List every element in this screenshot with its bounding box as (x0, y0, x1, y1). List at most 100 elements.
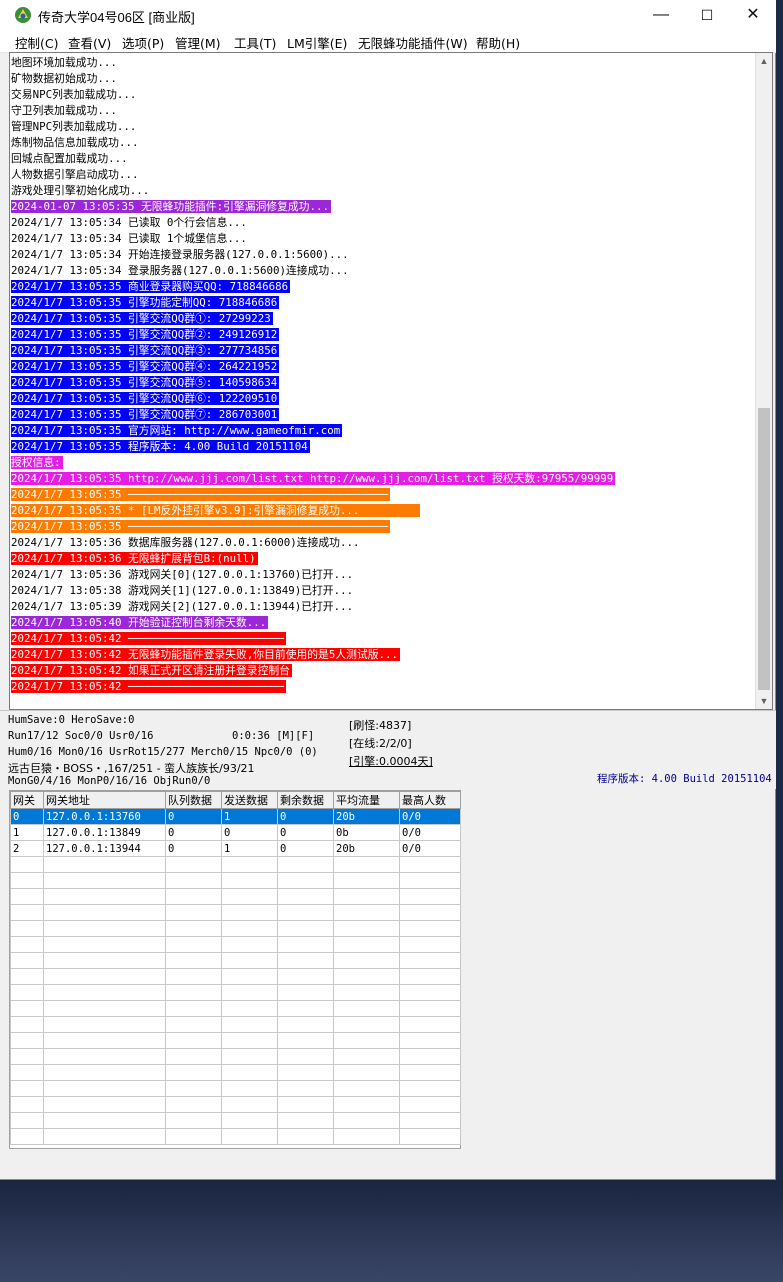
empty-row[interactable] (10, 888, 461, 905)
table-cell (221, 920, 278, 937)
close-button[interactable]: ✕ (730, 0, 776, 30)
menu-tools[interactable]: 工具(T) (234, 33, 276, 52)
menu-lm-engine[interactable]: LM引擎(E) (287, 33, 347, 52)
column-header[interactable]: 发送数据 (221, 791, 278, 809)
log-line: 2024/1/7 13:05:35 引擎交流QQ群⑤: 140598634 (11, 375, 757, 391)
table-cell (10, 888, 44, 905)
table-cell (10, 936, 44, 953)
log-line: 授权信息: (11, 455, 757, 471)
empty-row[interactable] (10, 872, 461, 889)
table-cell (165, 1048, 222, 1065)
empty-row[interactable] (10, 1000, 461, 1017)
table-cell (43, 1016, 166, 1033)
table-row[interactable]: 2 127.0.0.1:13944 0 1 0 20b 0/0 (10, 840, 461, 857)
table-cell (221, 1080, 278, 1097)
table-cell (165, 1016, 222, 1033)
table-row[interactable]: 0 127.0.0.1:13760 0 1 0 20b 0/0 (10, 808, 461, 825)
scroll-up-icon[interactable]: ▲ (756, 53, 772, 69)
empty-row[interactable] (10, 1016, 461, 1033)
log-text: 2024/1/7 13:05:35 引擎交流QQ群③: 277734856 (11, 344, 280, 357)
column-header[interactable]: 网关 (10, 791, 44, 809)
table-cell (10, 1032, 44, 1049)
table-row[interactable]: 1 127.0.0.1:13849 0 0 0 0b 0/0 (10, 824, 461, 841)
menu-control[interactable]: 控制(C) (15, 33, 58, 52)
title-bar[interactable]: 传奇大学04号06区 [商业版] — ☐ ✕ (0, 0, 776, 30)
empty-row[interactable] (10, 904, 461, 921)
log-text: 回城点配置加载成功... (11, 152, 128, 165)
log-text: 游戏处理引擎初始化成功... (11, 184, 150, 197)
empty-row[interactable] (10, 1032, 461, 1049)
table-cell (43, 1000, 166, 1017)
column-header[interactable]: 平均流量 (333, 791, 400, 809)
table-cell (43, 920, 166, 937)
table-cell (277, 1016, 334, 1033)
status-engine[interactable]: [引擎:0.0004天] (349, 753, 433, 769)
empty-row[interactable] (10, 952, 461, 969)
empty-row[interactable] (10, 1128, 461, 1145)
empty-row[interactable] (10, 856, 461, 873)
table-cell (399, 1032, 461, 1049)
column-header[interactable]: 队列数据 (165, 791, 222, 809)
log-text: 交易NPC列表加载成功... (11, 88, 137, 101)
table-cell (43, 1064, 166, 1081)
maximize-button[interactable]: ☐ (684, 0, 730, 30)
menu-help[interactable]: 帮助(H) (476, 33, 520, 52)
table-cell (165, 1112, 222, 1129)
empty-row[interactable] (10, 968, 461, 985)
log-text: 2024/1/7 13:05:40 开始验证控制台剩余天数... (11, 616, 269, 629)
log-text: 人物数据引擎启动成功... (11, 168, 139, 181)
table-cell (43, 968, 166, 985)
log-text: 2024/1/7 13:05:34 已读取 0个行会信息... (11, 216, 247, 229)
table-cell: 1 (221, 840, 278, 857)
empty-row[interactable] (10, 936, 461, 953)
table-cell (221, 872, 278, 889)
table-cell (43, 1032, 166, 1049)
log-text: 2024/1/7 13:05:42 无限蜂功能插件登录失败,你目前使用的是5人测… (11, 648, 401, 661)
empty-row[interactable] (10, 984, 461, 1001)
table-cell: 127.0.0.1:13849 (43, 824, 166, 841)
scroll-thumb[interactable] (758, 408, 770, 690)
log-line: 2024/1/7 13:05:35 官方网站: http://www.gameo… (11, 423, 757, 439)
menu-options[interactable]: 选项(P) (122, 33, 164, 52)
status-counts: Hum0/16 Mon0/16 UsrRot15/277 Merch0/15 N… (8, 746, 318, 758)
column-header[interactable]: 最高人数 (399, 791, 461, 809)
empty-row[interactable] (10, 1112, 461, 1129)
empty-row[interactable] (10, 1048, 461, 1065)
scroll-down-icon[interactable]: ▼ (756, 693, 772, 709)
table-cell (399, 1000, 461, 1017)
table-cell: 1 (10, 824, 44, 841)
log-line: 2024/1/7 13:05:36 无限蜂扩展背包B:(null) (11, 551, 757, 567)
log-line: 2024/1/7 13:05:35 商业登录器购买QQ: 718846686 (11, 279, 757, 295)
minimize-button[interactable]: — (638, 0, 684, 30)
table-cell (399, 984, 461, 1001)
table-cell (277, 952, 334, 969)
empty-row[interactable] (10, 1096, 461, 1113)
column-header[interactable]: 剩余数据 (277, 791, 334, 809)
empty-row[interactable] (10, 1080, 461, 1097)
column-header[interactable]: 网关地址 (43, 791, 166, 809)
menu-view[interactable]: 查看(V) (68, 33, 111, 52)
table-cell (10, 920, 44, 937)
table-cell (399, 936, 461, 953)
table-cell: 127.0.0.1:13944 (43, 840, 166, 857)
table-cell (333, 952, 400, 969)
log-text: 2024/1/7 13:05:35 引擎交流QQ群④: 264221952 (11, 360, 280, 373)
table-cell (277, 1080, 334, 1097)
table-cell (221, 936, 278, 953)
log-panel[interactable]: 地图环境加载成功... 矿物数据初始成功... 交易NPC列表加载成功... 守卫列表… (9, 52, 773, 710)
table-cell (165, 1128, 222, 1145)
empty-row[interactable] (10, 1064, 461, 1081)
empty-row[interactable] (10, 920, 461, 937)
table-cell: 0 (221, 824, 278, 841)
log-text: 守卫列表加载成功... (11, 104, 117, 117)
table-cell (399, 1064, 461, 1081)
menu-plugin[interactable]: 无限蜂功能插件(W) (358, 33, 468, 52)
table-cell: 1 (221, 808, 278, 825)
gateway-grid[interactable]: 网关 网关地址 队列数据 发送数据 剩余数据 平均流量 最高人数 0 127.0.0.1:13… (9, 790, 461, 1149)
log-scrollbar[interactable]: ▲ ▼ (755, 53, 772, 709)
status-online: [在线:2/2/0] (349, 737, 412, 750)
table-cell (333, 1080, 400, 1097)
table-cell: 0/0 (399, 840, 461, 857)
status-save: HumSave:0 HeroSave:0 (8, 714, 135, 726)
menu-manage[interactable]: 管理(M) (175, 33, 221, 52)
